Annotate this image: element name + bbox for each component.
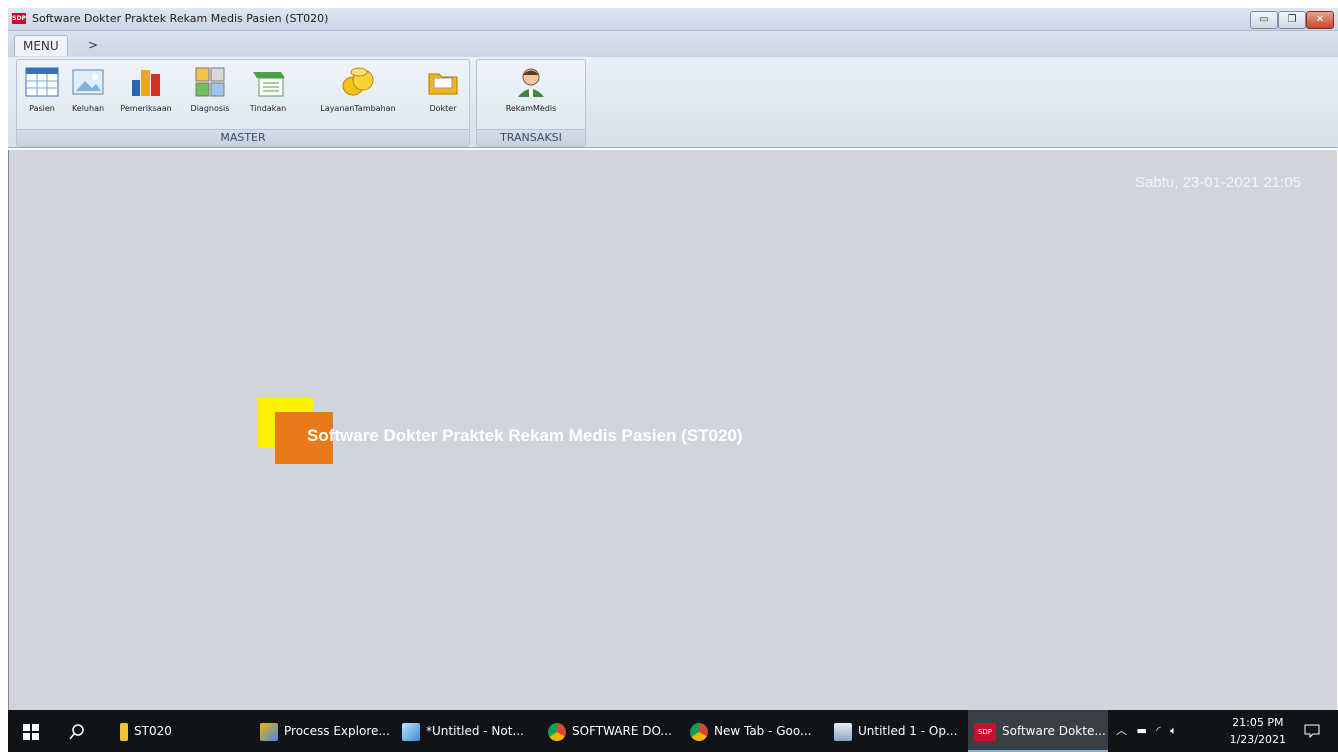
layanantambahan-button[interactable]: LayananTambahan: [299, 64, 417, 120]
system-tray[interactable]: ︿ ▬ ◜ 🔈︎: [1116, 710, 1204, 752]
taskbar-item-chrome-software[interactable]: SOFTWARE DO...: [548, 710, 678, 752]
window-title: Software Dokter Praktek Rekam Medis Pasi…: [32, 12, 329, 25]
clock-time: 21:05 PM: [1232, 716, 1284, 729]
start-button[interactable]: [22, 710, 46, 752]
keluhan-button[interactable]: Keluhan: [65, 64, 111, 120]
window-titlebar[interactable]: SDP Software Dokter Praktek Rekam Medis …: [8, 8, 1338, 31]
taskbar-item-label: Software Dokte...: [1002, 724, 1106, 738]
chrome-icon: [548, 722, 566, 741]
taskbar-item-chrome-newtab[interactable]: New Tab - Goo...: [690, 710, 820, 752]
taskbar-item-label: Untitled 1 - Op...: [858, 724, 958, 738]
rekammedis-label: RekamMedis: [505, 104, 557, 113]
minimize-button[interactable]: ▭: [1250, 11, 1278, 29]
ribbon-group-transaksi: RekamMedis TRANSAKSI: [476, 59, 586, 147]
pasien-button[interactable]: Pasien: [21, 64, 63, 120]
app-logo-icon: SDP: [12, 13, 26, 24]
notepad-icon: [402, 722, 420, 741]
left-margin: [0, 0, 8, 752]
user-icon: [518, 68, 544, 97]
transaksi-group-label: TRANSAKSI: [477, 129, 585, 146]
picture-icon: [72, 69, 104, 95]
dokter-button[interactable]: Dokter: [421, 64, 465, 120]
close-button[interactable]: ✕: [1306, 11, 1334, 29]
taskbar-item-notepad[interactable]: *Untitled - Not...: [402, 710, 532, 752]
ribbon-tabbar: MENU >: [8, 31, 1338, 57]
taskbar-item-label: Process Explore...: [284, 724, 390, 738]
dokter-label: Dokter: [429, 104, 457, 113]
tindakan-label: Tindakan: [249, 104, 287, 113]
pemeriksaan-button[interactable]: Pemeriksaan: [113, 64, 179, 120]
tab-next[interactable]: >: [80, 35, 106, 55]
coins-icon: [342, 67, 374, 96]
tab-menu[interactable]: MENU: [14, 35, 68, 56]
pemeriksaan-label: Pemeriksaan: [120, 104, 172, 113]
search-icon: [69, 723, 84, 739]
chevron-up-icon[interactable]: ︿: [1116, 724, 1127, 737]
taskbar-item-label: New Tab - Goo...: [714, 724, 812, 738]
notifications-button[interactable]: [1304, 710, 1324, 752]
bar-chart-icon: [132, 70, 160, 96]
restore-button[interactable]: ❐: [1278, 11, 1306, 29]
sdp-icon: SDP: [974, 722, 996, 741]
taskbar-item-label: SOFTWARE DO...: [572, 724, 672, 738]
tindakan-button[interactable]: Tindakan: [241, 64, 295, 120]
diagnosis-label: Diagnosis: [190, 104, 230, 113]
taskbar-item-st020[interactable]: ST020: [120, 710, 240, 752]
search-button[interactable]: [68, 710, 92, 752]
list-icon: [253, 72, 285, 97]
wifi-icon[interactable]: ◜: [1156, 724, 1160, 737]
taskbar-item-sdp[interactable]: SDP Software Dokte...: [968, 710, 1108, 752]
taskbar-item-openoffice[interactable]: Untitled 1 - Op...: [834, 710, 964, 752]
windows-taskbar: ST020 Process Explore... *Untitled - Not…: [8, 710, 1338, 752]
windows-logo-icon: [23, 723, 39, 740]
datetime-label: Sabtu, 23-01-2021 21:05: [1135, 174, 1301, 191]
openoffice-icon: [834, 722, 852, 741]
volume-icon[interactable]: 🔈︎: [1170, 724, 1177, 737]
keluhan-label: Keluhan: [71, 104, 105, 113]
layanantambahan-label: LayananTambahan: [320, 104, 396, 113]
taskbar-clock[interactable]: 21:05 PM 1/23/2021: [1230, 714, 1286, 748]
process-explorer-icon: [260, 722, 278, 741]
table-icon: [25, 67, 59, 97]
folder-icon: [120, 722, 128, 741]
ribbon: Pasien Keluhan Pemeriksaan Diagnosis Tin…: [8, 57, 1338, 148]
splash-title: Software Dokter Praktek Rekam Medis Pasi…: [307, 426, 743, 445]
rekammedis-button[interactable]: RekamMedis: [491, 64, 571, 120]
main-workspace: Sabtu, 23-01-2021 21:05 Software Dokter …: [8, 150, 1337, 710]
image-grid-icon: [195, 67, 225, 97]
clock-date: 1/23/2021: [1229, 733, 1286, 746]
ribbon-group-master: Pasien Keluhan Pemeriksaan Diagnosis Tin…: [16, 59, 470, 147]
battery-icon[interactable]: ▬: [1137, 724, 1147, 737]
pasien-label: Pasien: [29, 104, 55, 113]
notification-icon: [1304, 724, 1320, 739]
taskbar-item-label: *Untitled - Not...: [426, 724, 524, 738]
taskbar-item-label: ST020: [134, 724, 172, 738]
folder-icon: [428, 73, 458, 95]
taskbar-item-process-explorer[interactable]: Process Explore...: [260, 710, 390, 752]
chrome-icon: [690, 722, 708, 741]
diagnosis-button[interactable]: Diagnosis: [181, 64, 239, 120]
master-group-label: MASTER: [17, 129, 469, 146]
